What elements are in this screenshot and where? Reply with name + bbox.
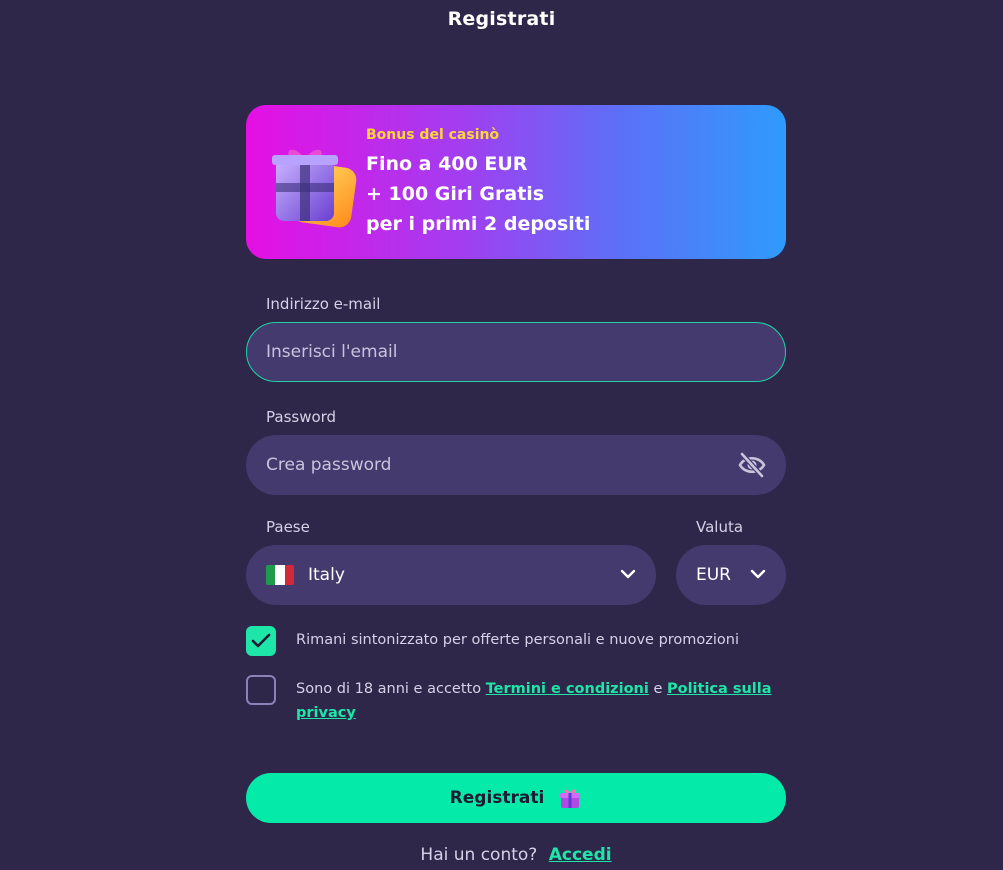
email-field[interactable]: Inserisci l'email (246, 322, 786, 382)
newsletter-consent: Rimani sintonizzato per offerte personal… (246, 626, 786, 656)
country-select[interactable]: Italy (246, 545, 656, 605)
checkmark-icon (251, 633, 271, 648)
newsletter-checkbox[interactable] (246, 626, 276, 656)
terms-and: e (653, 681, 663, 697)
register-button[interactable]: Registrati (246, 773, 786, 823)
bonus-line-2: + 100 Giri Gratis (366, 183, 545, 205)
chevron-down-icon (750, 569, 766, 579)
page-title: Registrati (447, 8, 556, 30)
password-label: Password (266, 408, 337, 426)
terms-consent: Sono di 18 anni e accetto Termini e cond… (246, 675, 786, 725)
password-placeholder: Crea password (266, 455, 392, 475)
terms-text: Sono di 18 anni e accetto Termini e cond… (296, 677, 786, 725)
login-prompt: Hai un conto? Accedi (246, 845, 786, 865)
currency-label: Valuta (696, 518, 744, 536)
gift-box-art (272, 149, 357, 228)
italy-flag-icon (266, 565, 294, 585)
login-question: Hai un conto? (420, 845, 538, 865)
bonus-line-3: per i primi 2 depositi (366, 213, 591, 235)
register-button-label: Registrati (449, 788, 545, 808)
bonus-line-1: Fino a 400 EUR (366, 153, 528, 175)
bonus-banner: Bonus del casinò Fino a 400 EUR + 100 Gi… (246, 105, 786, 259)
currency-value: EUR (696, 565, 731, 585)
chevron-down-icon (620, 569, 636, 579)
password-field[interactable]: Crea password (246, 435, 786, 495)
gift-icon (560, 789, 581, 808)
country-currency-row: Paese Italy Valuta EUR (246, 518, 786, 605)
bonus-text: Bonus del casinò Fino a 400 EUR + 100 Gi… (366, 127, 590, 239)
country-column: Paese Italy (246, 518, 656, 605)
email-placeholder: Inserisci l'email (266, 342, 398, 362)
email-label: Indirizzo e-mail (266, 295, 381, 313)
terms-checkbox[interactable] (246, 675, 276, 705)
bonus-label: Bonus del casinò (366, 127, 500, 143)
country-label: Paese (266, 518, 310, 536)
currency-select[interactable]: EUR (676, 545, 786, 605)
eye-off-icon[interactable] (738, 452, 766, 478)
login-link[interactable]: Accedi (549, 845, 612, 865)
country-value: Italy (308, 565, 345, 585)
registration-form: Bonus del casinò Fino a 400 EUR + 100 Gi… (246, 105, 786, 865)
currency-column: Valuta EUR (676, 518, 786, 605)
terms-link[interactable]: Termini e condizioni (486, 681, 649, 697)
terms-prefix: Sono di 18 anni e accetto (296, 681, 482, 697)
newsletter-text: Rimani sintonizzato per offerte personal… (296, 632, 740, 648)
